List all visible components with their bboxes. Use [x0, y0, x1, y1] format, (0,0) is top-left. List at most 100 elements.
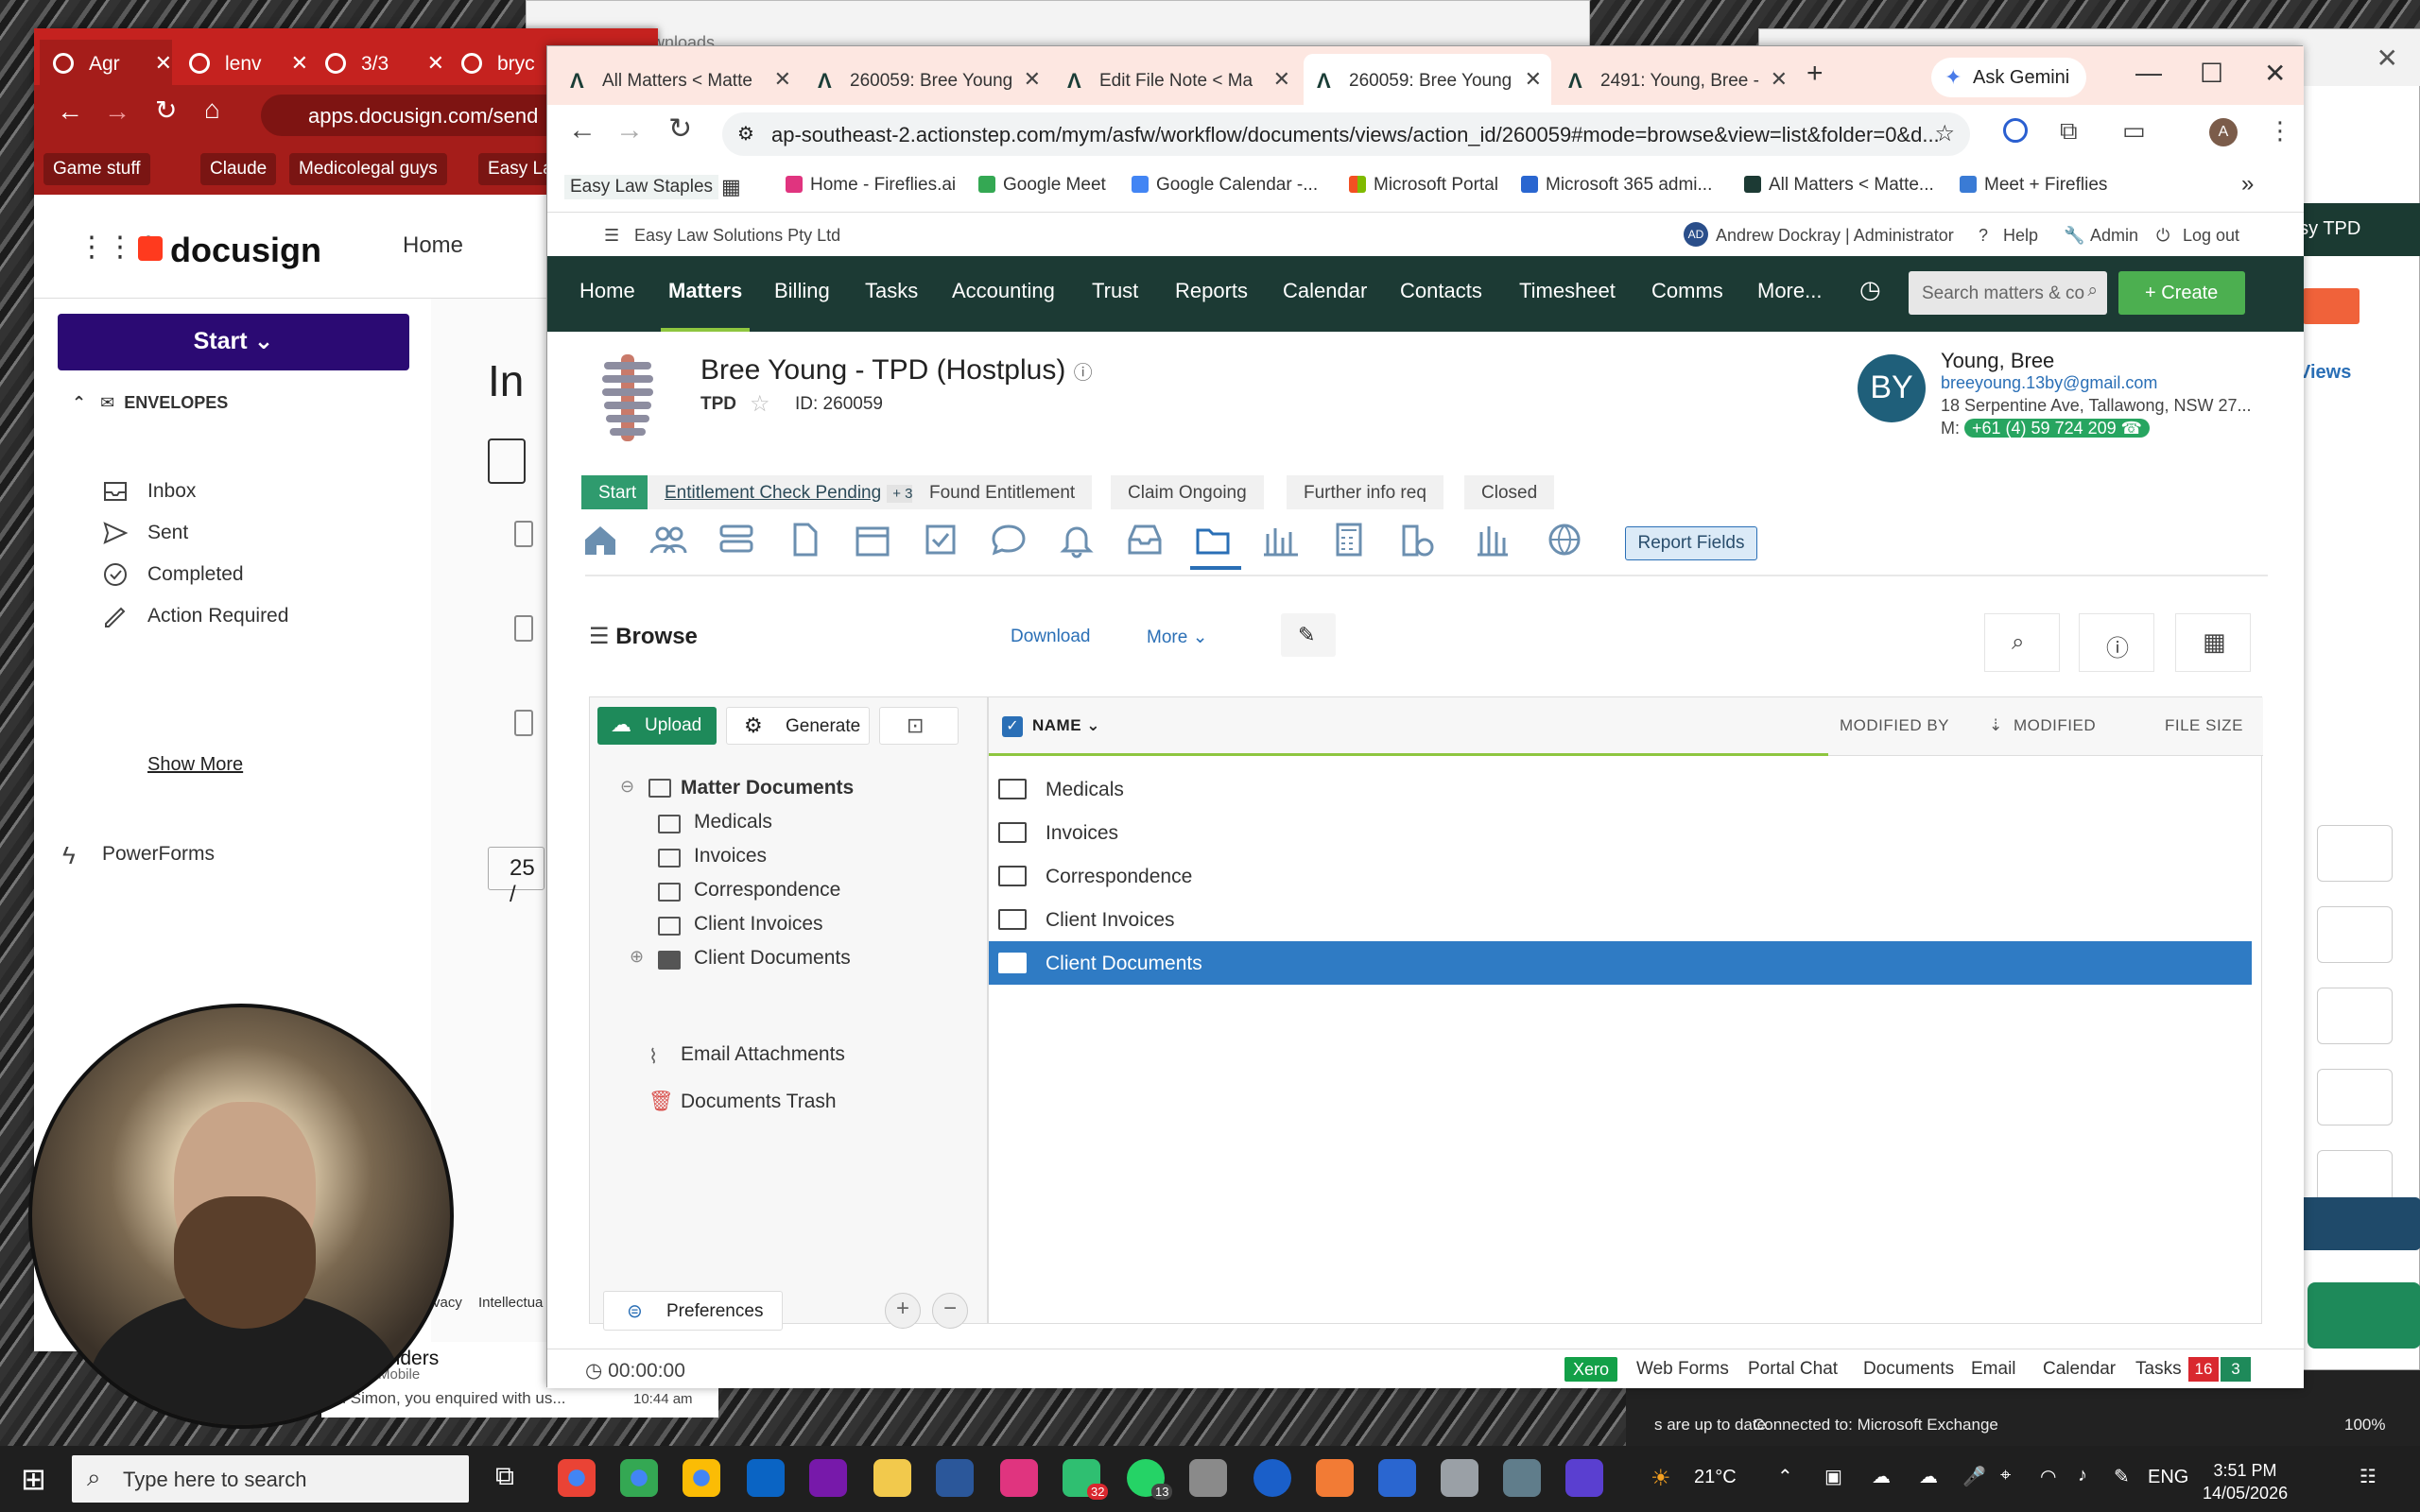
chrome-icon[interactable]: [683, 1459, 720, 1497]
browser-tab[interactable]: Λ 260059: Bree Young ✕: [804, 54, 1050, 105]
table-row[interactable]: Correspondence: [989, 854, 2252, 898]
photos-icon[interactable]: [1189, 1459, 1227, 1497]
profile-avatar[interactable]: A: [2209, 118, 2238, 146]
home-tab[interactable]: Home: [403, 232, 463, 259]
row-checkbox[interactable]: [514, 615, 533, 642]
menu-icon[interactable]: ☰: [604, 226, 619, 246]
browser-tab[interactable]: Λ All Matters < Matte ✕: [557, 54, 801, 105]
back-icon[interactable]: ←: [568, 114, 596, 146]
claude-icon[interactable]: [1316, 1459, 1354, 1497]
generate-button[interactable]: ⚙ Generate: [726, 707, 870, 745]
taskbar-search[interactable]: ⌕ Type here to search: [72, 1455, 469, 1503]
envelopes-header[interactable]: ⌃ ✉ ENVELOPES: [72, 393, 228, 413]
pen-icon[interactable]: ✎: [2114, 1465, 2130, 1488]
documents-folder-icon[interactable]: [1194, 521, 1232, 558]
tree-folder[interactable]: Correspondence: [694, 879, 840, 902]
nav-comms[interactable]: Comms: [1651, 279, 1723, 303]
close-icon[interactable]: ✕: [1771, 67, 1788, 92]
collapse-icon[interactable]: ⊖: [620, 777, 634, 797]
copy-tile[interactable]: [2317, 988, 2393, 1044]
inbox-icon[interactable]: [1126, 521, 1164, 558]
matter-search-input[interactable]: Search matters & co ⌕: [1909, 271, 2107, 315]
nav-contacts[interactable]: Contacts: [1400, 279, 1482, 303]
footer-documents[interactable]: Documents: [1863, 1359, 1954, 1380]
apps-grid-icon[interactable]: ▦: [721, 175, 741, 199]
task-view-icon[interactable]: ⧉: [495, 1461, 514, 1492]
more-bookmarks-icon[interactable]: »: [2241, 171, 2254, 198]
search-icon[interactable]: ⌕: [2087, 281, 2098, 301]
close-window-icon[interactable]: ✕: [2264, 58, 2286, 89]
onenote-icon[interactable]: [809, 1459, 847, 1497]
page-size-select[interactable]: 25 /: [488, 847, 544, 907]
nav-action-required[interactable]: Action Required: [147, 605, 288, 627]
copy-tile[interactable]: [2317, 1069, 2393, 1125]
row-checkbox[interactable]: [514, 710, 533, 736]
site-info-icon[interactable]: ⚙: [737, 122, 754, 146]
bookmark[interactable]: Game stuff: [43, 153, 150, 185]
browser-tab[interactable]: Agr ✕: [40, 40, 172, 85]
views-link[interactable]: Views: [2298, 362, 2351, 384]
home-icon[interactable]: ⌂: [204, 94, 220, 125]
documents-trash-link[interactable]: Documents Trash: [681, 1091, 837, 1113]
create-button[interactable]: + Create: [2118, 271, 2245, 315]
extensions-icon[interactable]: ⧉: [2060, 116, 2078, 146]
nav-inbox[interactable]: Inbox: [147, 480, 196, 503]
history-icon[interactable]: ◷: [1859, 275, 1881, 304]
nav-matters[interactable]: Matters: [660, 279, 751, 332]
fireflies-icon[interactable]: [1000, 1459, 1038, 1497]
phone-badge[interactable]: +61 (4) 59 724 209 ☎: [1964, 419, 2151, 438]
home-icon[interactable]: [581, 521, 619, 558]
data-fields-icon[interactable]: [717, 521, 755, 558]
billing-coins-icon[interactable]: [1398, 521, 1436, 558]
client-name[interactable]: Young, Bree: [1941, 349, 2054, 373]
more-dropdown[interactable]: More ⌄: [1147, 627, 1208, 648]
browser-menu-icon[interactable]: ⋮: [2268, 116, 2292, 146]
admin-link[interactable]: Admin: [2090, 226, 2138, 246]
select-all-checkbox[interactable]: ✓: [1002, 716, 1023, 737]
windows-start-icon[interactable]: ⊞: [21, 1461, 46, 1497]
url-field[interactable]: ⚙ ap-southeast-2.actionstep.com/mym/asfw/…: [722, 112, 1970, 156]
right-window-button[interactable]: [2303, 288, 2360, 324]
outlook-icon[interactable]: [747, 1459, 785, 1497]
close-icon[interactable]: ✕: [2377, 43, 2398, 74]
bookmark[interactable]: Home - Fireflies.ai: [786, 175, 956, 196]
timer[interactable]: ◷ 00:00:00: [585, 1359, 685, 1383]
stage-found-entitlement[interactable]: Found Entitlement: [912, 475, 1093, 509]
start-button[interactable]: Start ⌄: [58, 314, 409, 370]
table-row-selected[interactable]: Client Documents: [989, 941, 2252, 985]
weather-temp[interactable]: 21°C: [1694, 1467, 1737, 1488]
chrome-icon[interactable]: [620, 1459, 658, 1497]
client-email[interactable]: breeyoung.13by@gmail.com: [1941, 373, 2157, 393]
onedrive-icon[interactable]: ☁: [1919, 1465, 1938, 1488]
xero-badge[interactable]: Xero: [1564, 1357, 1617, 1382]
volume-icon[interactable]: ♪: [2078, 1465, 2087, 1486]
footer-portal-chat[interactable]: Portal Chat: [1748, 1359, 1838, 1380]
ask-gemini-button[interactable]: ✦ Ask Gemini: [1931, 58, 2086, 97]
upload-button[interactable]: ☁ Upload: [597, 707, 717, 745]
forward-icon[interactable]: →: [104, 96, 130, 127]
star-icon[interactable]: ☆: [1934, 120, 1955, 147]
file-explorer-icon[interactable]: [873, 1459, 911, 1497]
bookmark[interactable]: All Matters < Matte...: [1744, 175, 1934, 196]
tree-folder[interactable]: Medicals: [694, 811, 772, 833]
sort-icon[interactable]: ⇣: [1989, 716, 2003, 735]
column-modified[interactable]: MODIFIED: [2014, 716, 2096, 735]
close-icon[interactable]: ✕: [155, 51, 172, 76]
column-modified-by[interactable]: MODIFIED BY: [1840, 716, 1949, 735]
language-indicator[interactable]: ENG: [2148, 1467, 2188, 1488]
search-icon[interactable]: [488, 438, 526, 484]
new-tab-icon[interactable]: +: [1806, 58, 1824, 90]
calendar-icon[interactable]: [854, 521, 891, 558]
show-more-link[interactable]: Show More: [147, 754, 243, 776]
chrome-icon[interactable]: [558, 1459, 596, 1497]
tree-matter-documents[interactable]: Matter Documents: [681, 777, 854, 799]
close-icon[interactable]: ✕: [427, 51, 444, 76]
calculator-icon[interactable]: [1330, 521, 1368, 558]
table-row[interactable]: Client Invoices: [989, 898, 2252, 941]
stage-entitlement-check[interactable]: Entitlement Check Pending + 3: [648, 475, 936, 509]
teams-icon[interactable]: [1378, 1459, 1416, 1497]
nav-more[interactable]: More...: [1757, 279, 1822, 303]
bookmark[interactable]: Medicolegal guys: [289, 153, 447, 185]
close-icon[interactable]: ✕: [1525, 67, 1542, 92]
maximize-icon[interactable]: ☐: [2200, 58, 2223, 89]
